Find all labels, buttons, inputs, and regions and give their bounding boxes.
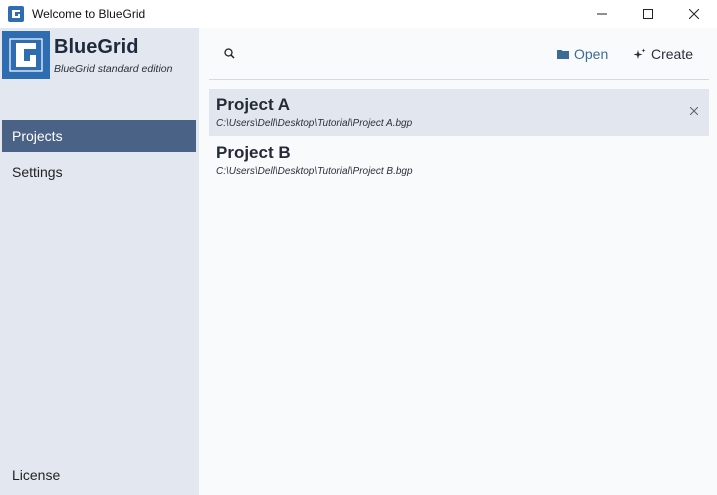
search-input[interactable] [243,42,543,66]
close-icon [690,107,698,115]
close-button[interactable] [671,0,717,28]
folder-icon [557,49,569,59]
brand-name: BlueGrid [54,35,139,58]
create-button[interactable]: Create [633,42,693,66]
remove-project-button[interactable] [687,104,701,118]
window-title: Welcome to BlueGrid [32,7,146,21]
open-button[interactable]: Open [557,42,608,66]
search-icon [224,48,235,59]
project-name: Project B [216,143,291,162]
project-path: C:\Users\Dell\Desktop\Tutorial\Project B… [216,166,413,177]
brand-text: BlueGrid BlueGrid standard edition [54,36,173,75]
bluegrid-logo-icon [2,31,50,79]
project-path: C:\Users\Dell\Desktop\Tutorial\Project A… [216,118,413,129]
sidebar-item-settings[interactable]: Settings [2,156,196,188]
brand: BlueGrid BlueGrid standard edition [2,31,198,79]
sparkle-icon [633,48,646,61]
project-item[interactable]: Project A C:\Users\Dell\Desktop\Tutorial… [209,89,709,136]
window-controls [579,0,717,28]
minimize-icon [597,13,607,15]
open-button-label: Open [574,46,609,62]
maximize-button[interactable] [625,0,671,28]
title-bar: Welcome to BlueGrid [0,0,717,28]
toolbar: Open Create [209,28,709,80]
sidebar: BlueGrid BlueGrid standard edition Proje… [0,28,199,495]
project-item[interactable]: Project B C:\Users\Dell\Desktop\Tutorial… [209,137,709,184]
license-link[interactable]: License [12,467,60,483]
minimize-button[interactable] [579,0,625,28]
close-icon [689,9,699,19]
maximize-icon [643,9,653,19]
brand-edition: BlueGrid standard edition [54,62,173,75]
main-panel: Open Create Project A C:\Users\Dell\Desk… [199,28,717,495]
app-icon [8,6,24,22]
sidebar-item-projects[interactable]: Projects [2,120,196,152]
create-button-label: Create [651,46,694,62]
project-name: Project A [216,95,291,114]
